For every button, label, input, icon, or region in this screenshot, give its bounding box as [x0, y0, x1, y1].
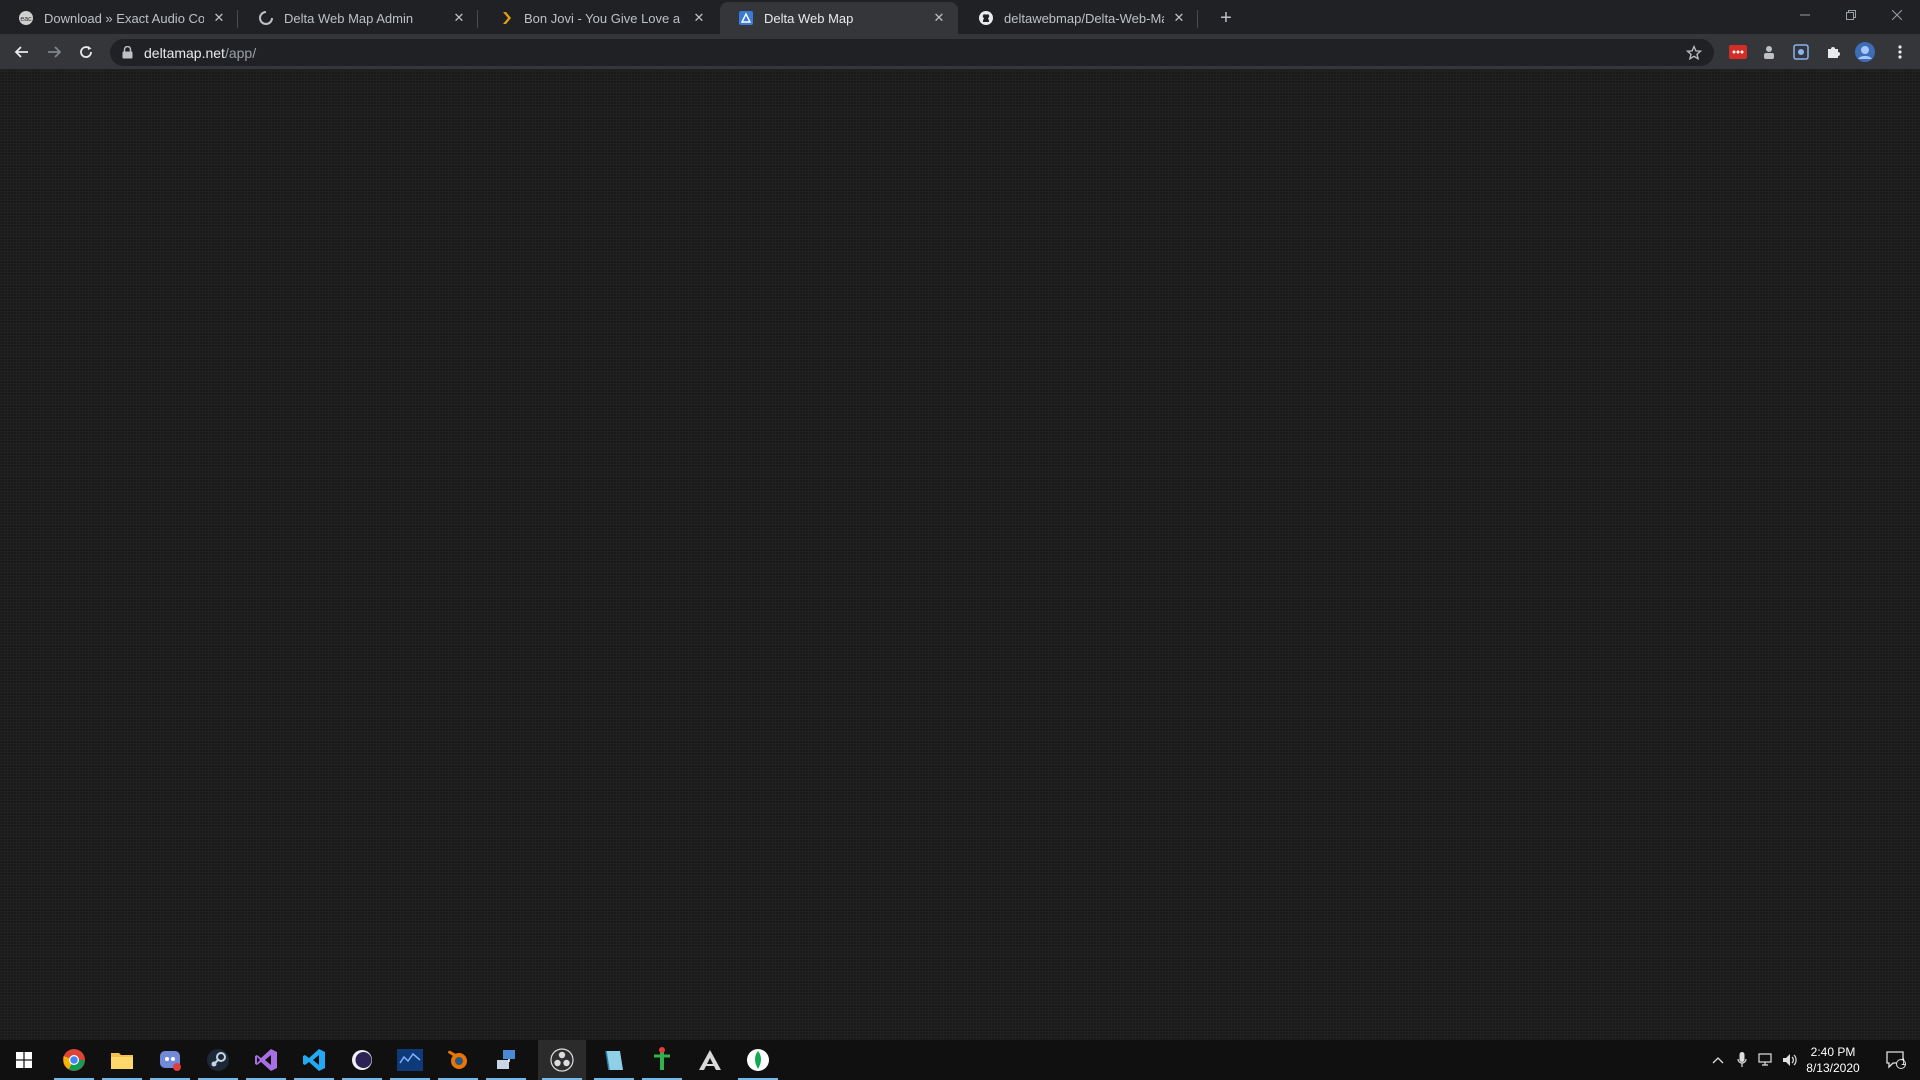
terminal-icon[interactable]	[386, 1040, 434, 1080]
new-tab-button[interactable]: +	[1212, 6, 1240, 30]
notification-count: 1	[1901, 1057, 1907, 1067]
vscode-icon[interactable]	[290, 1040, 338, 1080]
tab-separator	[477, 10, 478, 28]
eac-icon: eac	[18, 10, 34, 26]
arrow-left-icon	[14, 46, 28, 58]
file-explorer-icon[interactable]	[98, 1040, 146, 1080]
mongodb-icon[interactable]	[734, 1040, 782, 1080]
steam-icon[interactable]	[194, 1040, 242, 1080]
volume-icon[interactable]	[1778, 1040, 1802, 1080]
tab-separator	[1197, 10, 1198, 28]
url-text: deltamap.net/app/	[144, 45, 256, 61]
tab-title: Delta Web Map Admin	[284, 10, 414, 26]
clock-date: 8/13/2020	[1806, 1061, 1860, 1075]
star-icon[interactable]	[1684, 43, 1704, 63]
forward-button[interactable]	[40, 38, 68, 66]
network-icon[interactable]	[482, 1040, 530, 1080]
system-clock[interactable]: 2:40 PM 8/13/2020	[1800, 1044, 1866, 1078]
chevron-up-icon[interactable]	[1706, 1040, 1730, 1080]
url-path: /app/	[224, 44, 257, 61]
action-center-icon[interactable]: 1	[1876, 1040, 1916, 1080]
close-icon[interactable]: ✕	[690, 9, 708, 27]
browser-toolbar: deltamap.net/app/	[0, 34, 1920, 70]
tab-separator	[237, 10, 238, 28]
lastpass-icon[interactable]	[1728, 42, 1748, 62]
close-icon[interactable]: ✕	[1170, 9, 1188, 27]
window-controls	[1782, 0, 1920, 30]
tab-delta-web-map-admin[interactable]: Delta Web Map Admin ✕	[240, 2, 478, 34]
github-icon	[978, 10, 994, 26]
menu-icon[interactable]	[1890, 42, 1910, 62]
minimize-icon[interactable]	[1782, 0, 1828, 30]
tab-title: deltawebmap/Delta-Web-Map-F	[1004, 10, 1164, 26]
extension-person-icon[interactable]	[1759, 42, 1779, 62]
arrow-right-icon	[48, 46, 62, 58]
notepad-icon[interactable]	[590, 1040, 638, 1080]
browser-window: eac Download » Exact Audio Copy ✕ Delta …	[0, 0, 1920, 1040]
close-icon[interactable]: ✕	[930, 9, 948, 27]
microphone-icon[interactable]	[1730, 1040, 1754, 1080]
clock-time: 2:40 PM	[1810, 1045, 1856, 1059]
screenshot-icon[interactable]	[1791, 42, 1811, 62]
visual-studio-icon[interactable]	[242, 1040, 290, 1080]
back-button[interactable]	[8, 38, 36, 66]
network-status-icon[interactable]	[1754, 1040, 1778, 1080]
address-bar[interactable]: deltamap.net/app/	[110, 39, 1714, 66]
reload-button[interactable]	[72, 38, 100, 66]
eclipse-icon[interactable]	[338, 1040, 386, 1080]
puzzle-icon[interactable]	[1823, 42, 1843, 62]
obs-icon[interactable]	[538, 1040, 586, 1080]
tab-github-repo[interactable]: deltawebmap/Delta-Web-Map-F ✕	[960, 2, 1198, 34]
windows-start-icon[interactable]	[0, 1040, 48, 1080]
windows-taskbar: 2:40 PM 8/13/2020 1	[0, 1040, 1920, 1080]
chrome-icon[interactable]	[50, 1040, 98, 1080]
loading-spinner-icon	[258, 10, 274, 26]
tab-title: Bon Jovi - You Give Love a Bad N	[524, 10, 684, 26]
system-tray	[1706, 1040, 1802, 1080]
restore-icon[interactable]	[1828, 0, 1874, 30]
close-icon[interactable]: ✕	[210, 9, 228, 27]
tab-exact-audio-copy[interactable]: eac Download » Exact Audio Copy ✕	[0, 2, 238, 34]
reload-icon	[80, 46, 92, 58]
tab-delta-web-map[interactable]: Delta Web Map ✕	[720, 2, 958, 34]
tab-title: Download » Exact Audio Copy	[44, 10, 204, 26]
discord-icon[interactable]	[146, 1040, 194, 1080]
tab-bon-jovi[interactable]: Bon Jovi - You Give Love a Bad N ✕	[480, 2, 718, 34]
ark-icon[interactable]	[686, 1040, 734, 1080]
close-window-icon[interactable]	[1874, 0, 1920, 30]
page-content[interactable]	[0, 70, 1920, 1040]
delta-icon	[738, 10, 754, 26]
close-icon[interactable]: ✕	[450, 9, 468, 27]
url-host: deltamap.net	[144, 44, 225, 61]
plex-chevron-icon	[498, 10, 514, 26]
tab-strip: eac Download » Exact Audio Copy ✕ Delta …	[0, 0, 1920, 34]
blender-icon[interactable]	[434, 1040, 482, 1080]
sourcetree-icon[interactable]	[638, 1040, 686, 1080]
lock-icon[interactable]	[120, 46, 134, 60]
svg-text:eac: eac	[20, 16, 32, 23]
profile-avatar-icon[interactable]	[1855, 42, 1875, 62]
tab-title: Delta Web Map	[764, 10, 854, 26]
